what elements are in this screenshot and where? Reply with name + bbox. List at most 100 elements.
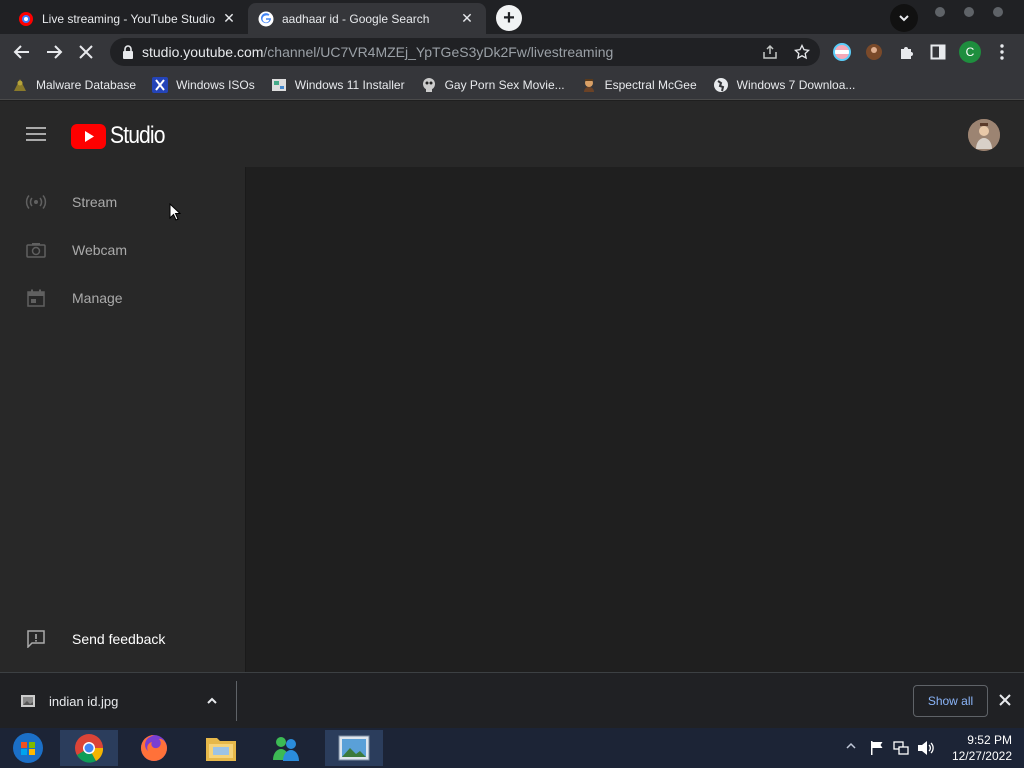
extensions-button[interactable] bbox=[896, 42, 916, 62]
new-tab-button[interactable]: + bbox=[496, 5, 522, 31]
bookmark-windows-7-download[interactable]: Windows 7 Downloa... bbox=[713, 77, 856, 93]
studio-logo-text: Studio bbox=[110, 122, 165, 149]
studio-logo[interactable]: Studio bbox=[71, 122, 172, 150]
forward-button[interactable] bbox=[44, 42, 64, 62]
chevron-up-icon bbox=[846, 742, 856, 749]
hamburger-menu-button[interactable] bbox=[26, 126, 46, 142]
downloads-divider bbox=[236, 681, 237, 721]
bookmark-espectral-mcgee[interactable]: Espectral McGee bbox=[581, 77, 697, 93]
youtube-logo-icon bbox=[71, 123, 106, 149]
close-icon[interactable]: ✕ bbox=[458, 10, 476, 28]
bookmarks-bar: Malware Database Windows ISOs Windows 11… bbox=[0, 70, 1024, 100]
share-button[interactable] bbox=[760, 42, 780, 62]
windows-taskbar: 9:52 PM 12/27/2022 bbox=[0, 728, 1024, 768]
youtube-live-icon bbox=[18, 11, 34, 27]
flag-circle-icon bbox=[833, 43, 851, 61]
side-panel-button[interactable] bbox=[928, 42, 948, 62]
arrow-left-icon bbox=[13, 45, 29, 59]
bookmark-label: Espectral McGee bbox=[604, 77, 697, 92]
close-icon bbox=[79, 45, 93, 59]
hamburger-icon bbox=[26, 127, 46, 141]
extension-flag-button[interactable] bbox=[832, 42, 852, 62]
globe-icon bbox=[713, 77, 729, 93]
taskbar-photo-viewer[interactable] bbox=[325, 730, 383, 766]
nav-item-webcam[interactable]: Webcam bbox=[0, 226, 246, 274]
nav-item-label: Webcam bbox=[72, 242, 127, 258]
nav-item-manage[interactable]: Manage bbox=[0, 274, 246, 322]
page-icon bbox=[271, 77, 287, 93]
kebab-menu-icon bbox=[1000, 44, 1004, 60]
tab-strip: Live streaming - YouTube Studio ✕ aadhaa… bbox=[0, 0, 1024, 34]
show-all-downloads-button[interactable]: Show all bbox=[913, 685, 988, 717]
close-icon bbox=[999, 694, 1011, 706]
close-icon[interactable]: ✕ bbox=[220, 10, 238, 28]
extension-avatar-button[interactable] bbox=[864, 42, 884, 62]
nav-item-label: Stream bbox=[72, 194, 118, 210]
network-icon[interactable] bbox=[893, 740, 909, 756]
avatar-icon bbox=[866, 44, 882, 60]
messenger-people-icon bbox=[273, 737, 299, 761]
clock-date: 12/27/2022 bbox=[951, 749, 1012, 763]
send-feedback-button[interactable]: Send feedback bbox=[0, 615, 246, 663]
action-center-flag-icon[interactable] bbox=[869, 740, 885, 756]
bookmark-star-button[interactable] bbox=[792, 42, 812, 62]
share-icon bbox=[763, 44, 777, 59]
bookmark-malware-database[interactable]: Malware Database bbox=[12, 77, 136, 93]
profile-button[interactable]: C bbox=[959, 41, 981, 63]
studio-sidebar: Stream Webcam Manage Send feedback bbox=[0, 167, 246, 672]
tab-title: aadhaar id - Google Search bbox=[282, 11, 430, 26]
bookmark-windows-isos[interactable]: Windows ISOs bbox=[152, 76, 255, 93]
chevron-down-icon bbox=[899, 15, 909, 22]
browser-menu-button[interactable] bbox=[992, 42, 1012, 62]
firefox-icon bbox=[141, 735, 167, 761]
calendar-icon bbox=[24, 286, 48, 310]
window-maximize-button[interactable] bbox=[964, 7, 974, 17]
skull-icon bbox=[421, 77, 437, 93]
url-host: studio.youtube.com bbox=[142, 44, 264, 60]
tab-search-button[interactable] bbox=[890, 4, 918, 32]
camera-icon bbox=[24, 238, 48, 262]
download-item[interactable]: indian id.jpg bbox=[0, 673, 236, 729]
bookmark-windows-11-installer[interactable]: Windows 11 Installer bbox=[271, 77, 405, 93]
chevron-up-icon[interactable] bbox=[206, 695, 218, 707]
chrome-icon bbox=[75, 734, 104, 763]
star-icon bbox=[794, 44, 810, 60]
start-button[interactable] bbox=[0, 730, 56, 766]
back-button[interactable] bbox=[12, 42, 32, 62]
downloads-bar: indian id.jpg Show all bbox=[0, 672, 1024, 728]
account-avatar-button[interactable] bbox=[968, 119, 1000, 151]
malware-icon bbox=[12, 77, 28, 93]
cursor-icon bbox=[169, 203, 181, 221]
mouse-cursor bbox=[169, 203, 181, 221]
window-minimize-button[interactable] bbox=[935, 7, 945, 17]
arrow-right-icon bbox=[47, 45, 63, 59]
lock-icon bbox=[123, 45, 133, 59]
close-downloads-bar-button[interactable] bbox=[999, 694, 1011, 706]
taskbar-clock[interactable]: 9:52 PM 12/27/2022 bbox=[952, 732, 1012, 764]
avatar-icon bbox=[968, 119, 1000, 151]
address-bar[interactable]: studio.youtube.com/channel/UC7VR4MZEj_Yp… bbox=[110, 38, 820, 66]
studio-header: Studio bbox=[0, 101, 1024, 167]
photo-viewer-icon bbox=[338, 735, 370, 761]
character-icon bbox=[581, 77, 597, 93]
taskbar-firefox[interactable] bbox=[125, 730, 183, 766]
stop-loading-button[interactable] bbox=[76, 42, 96, 62]
taskbar-file-explorer[interactable] bbox=[192, 730, 250, 766]
nav-item-stream[interactable]: Stream bbox=[0, 178, 246, 226]
folder-icon bbox=[206, 738, 236, 761]
feedback-icon bbox=[24, 627, 48, 651]
volume-icon[interactable] bbox=[917, 740, 935, 756]
window-close-button[interactable] bbox=[993, 7, 1003, 17]
tab-youtube-studio[interactable]: Live streaming - YouTube Studio ✕ bbox=[8, 3, 248, 34]
taskbar-chrome[interactable] bbox=[60, 730, 118, 766]
windows-orb-icon bbox=[13, 733, 43, 763]
taskbar-messenger[interactable] bbox=[257, 730, 315, 766]
download-filename: indian id.jpg bbox=[49, 693, 119, 709]
bookmark-movie-site[interactable]: Gay Porn Sex Movie... bbox=[421, 77, 565, 93]
show-hidden-icons-button[interactable] bbox=[846, 742, 856, 750]
google-g-icon bbox=[258, 11, 274, 27]
clock-time: 9:52 PM bbox=[967, 733, 1012, 747]
studio-main-content bbox=[246, 167, 1024, 672]
bookmark-label: Windows 7 Downloa... bbox=[736, 77, 856, 92]
tab-google-search[interactable]: aadhaar id - Google Search ✕ bbox=[248, 3, 486, 34]
